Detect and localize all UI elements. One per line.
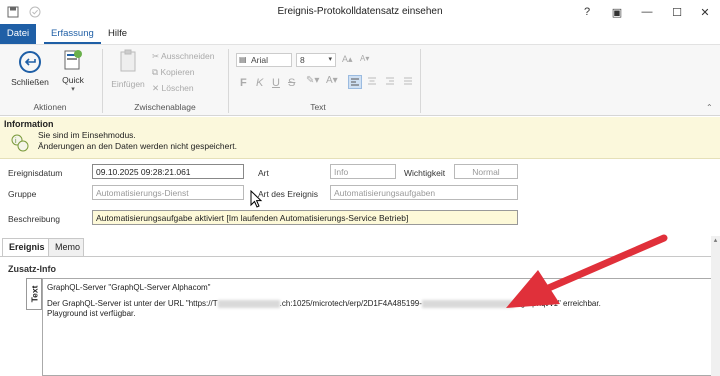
scroll-up-icon[interactable]: ▴: [711, 236, 720, 244]
info-line-1: Sie sind im Einsehmodus.: [38, 130, 136, 140]
close-record-label: Schließen: [11, 77, 49, 87]
justify-icon[interactable]: [402, 75, 416, 89]
align-right-icon[interactable]: [384, 75, 398, 89]
collapse-ribbon-icon[interactable]: ⌃: [706, 103, 713, 112]
tab-hilfe[interactable]: Hilfe: [101, 24, 134, 44]
copy-label: Kopieren: [160, 67, 195, 77]
scrollbar[interactable]: ▴: [711, 236, 720, 376]
font-size-select[interactable]: 8 ▾: [296, 53, 336, 67]
delete-label: Löschen: [161, 83, 194, 93]
underline-button[interactable]: U: [272, 77, 280, 89]
tab-memo[interactable]: Memo: [48, 238, 84, 256]
actions-group-label: Aktionen: [33, 102, 67, 112]
event-type-label: Art des Ereignis: [258, 189, 318, 199]
delete-button[interactable]: ✕ Löschen: [152, 83, 194, 94]
quick-icon: [63, 49, 83, 73]
info-line-2: Änderungen an den Daten werden nicht ges…: [38, 141, 237, 151]
clipboard-icon: [118, 49, 138, 73]
description-field[interactable]: Automatisierungsaufgabe aktiviert [Im la…: [92, 210, 518, 225]
font-name-select[interactable]: ▤ Arial: [236, 53, 292, 67]
annotation-arrow: [500, 234, 670, 314]
info-bar: Information i Sie sind im Einsehmodus. Ä…: [0, 117, 720, 159]
maximize-button[interactable]: ☐: [662, 0, 692, 24]
highlight-icon[interactable]: ✎▾: [306, 75, 319, 86]
divider: [102, 49, 103, 113]
copy-button[interactable]: ⧉ Kopieren: [152, 67, 194, 78]
date-label: Ereignisdatum: [8, 168, 63, 178]
divider: [420, 49, 421, 113]
cut-button[interactable]: ✂ Ausschneiden: [152, 51, 214, 62]
chevron-down-icon: ▾: [71, 86, 75, 93]
paste-button[interactable]: Einfügen: [108, 49, 148, 93]
font-icon: ▤: [239, 55, 247, 64]
close-record-button[interactable]: Schließen: [10, 51, 50, 95]
quick-button[interactable]: Quick ▾: [58, 49, 88, 97]
title-bar: Ereignis-Protokolldatensatz einsehen ? ▣…: [0, 0, 720, 24]
url-prefix: Der GraphQL-Server ist unter der URL "ht…: [47, 299, 218, 308]
ribbon: Schließen Quick ▾ Aktionen Einfügen ✂ Au…: [0, 44, 720, 116]
minimize-button[interactable]: —: [632, 0, 662, 24]
url-middle: .ch:1025/microtech/erp/2D1F4A485199-: [279, 299, 422, 308]
type-field[interactable]: Info: [330, 164, 396, 179]
info-heading: Information: [4, 119, 54, 129]
align-center-icon[interactable]: [366, 75, 380, 89]
help-button[interactable]: ?: [572, 0, 602, 24]
tab-datei[interactable]: Datei: [0, 24, 36, 44]
font-size-value: 8: [300, 55, 305, 65]
ribbon-tabs: Datei Erfassung Hilfe: [0, 24, 720, 44]
cut-label: Ausschneiden: [161, 51, 215, 61]
info-icon: i: [10, 131, 30, 153]
close-button[interactable]: ✕: [690, 0, 720, 24]
event-type-field[interactable]: Automatisierungsaufgaben: [330, 185, 518, 200]
clipboard-group-label: Zwischenablage: [134, 102, 196, 112]
chevron-down-icon: ▾: [328, 56, 332, 63]
delete-icon: ✕: [152, 83, 160, 93]
italic-button[interactable]: K: [256, 77, 263, 89]
mouse-cursor-icon: [250, 189, 264, 210]
description-label: Beschreibung: [8, 214, 60, 224]
group-label: Gruppe: [8, 189, 37, 199]
date-field[interactable]: 09.10.2025 09:28:21.061: [92, 164, 244, 179]
text-vertical-tab[interactable]: Text: [26, 278, 42, 310]
tab-erfassung[interactable]: Erfassung: [44, 24, 101, 44]
type-label: Art: [258, 168, 269, 178]
align-left-icon[interactable]: [348, 75, 362, 89]
scissors-icon: ✂: [152, 51, 160, 61]
font-name-value: Arial: [251, 55, 269, 65]
bold-button[interactable]: F: [240, 77, 247, 89]
divider: [228, 49, 229, 113]
ribbon-display-button[interactable]: ▣: [602, 0, 632, 24]
redacted-host: [217, 299, 280, 308]
strike-button[interactable]: S: [288, 77, 295, 89]
priority-label: Wichtigkeit: [404, 168, 446, 178]
tab-ereignis[interactable]: Ereignis: [2, 238, 52, 257]
group-field[interactable]: Automatisierungs-Dienst: [92, 185, 244, 200]
font-color-icon[interactable]: A▾: [326, 75, 338, 86]
paste-label: Einfügen: [111, 79, 145, 89]
quick-label: Quick: [62, 75, 84, 85]
text-tab-label: Text: [29, 285, 40, 303]
section-label: Zusatz-Info: [8, 264, 56, 274]
copy-icon: ⧉: [152, 67, 159, 77]
back-arrow-icon: [19, 51, 41, 73]
text-group-label: Text: [310, 102, 326, 112]
shrink-font-icon[interactable]: A▾: [360, 54, 369, 63]
grow-font-icon[interactable]: A▴: [342, 54, 353, 65]
priority-field[interactable]: Normal: [454, 164, 518, 179]
